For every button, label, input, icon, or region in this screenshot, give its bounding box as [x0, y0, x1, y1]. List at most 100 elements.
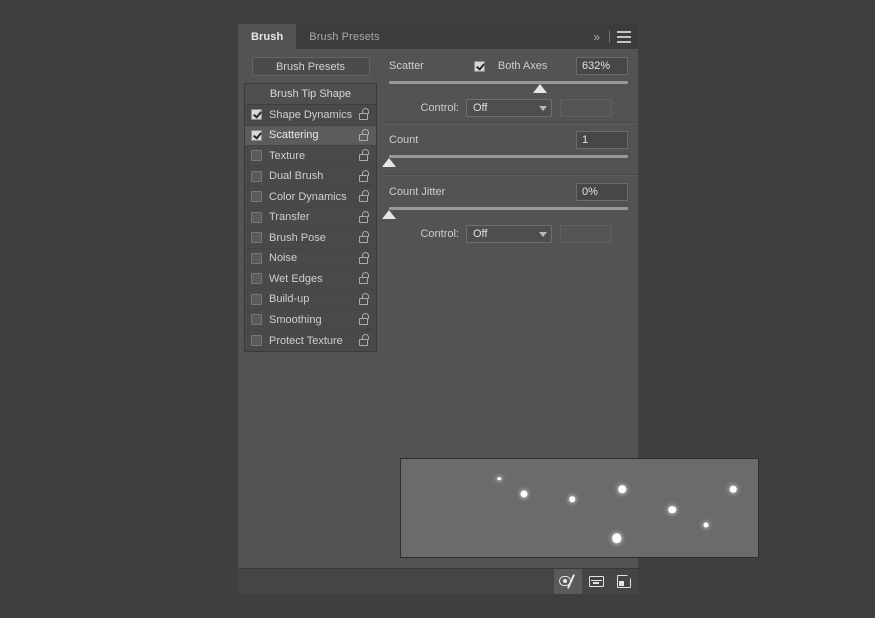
- create-new-brush[interactable]: [610, 569, 638, 594]
- count-jitter-control-row: Control: Off: [389, 224, 628, 244]
- unlocked-padlock-icon[interactable]: [359, 334, 371, 347]
- count-jitter-control-label: Control:: [389, 228, 459, 240]
- panel-menu-icon[interactable]: [617, 30, 631, 44]
- count-jitter-slider[interactable]: [389, 205, 628, 222]
- brush-panel-icon: [589, 576, 604, 587]
- new-brush-icon: [617, 575, 631, 588]
- scatter-control-label: Control:: [389, 102, 459, 114]
- scatter-control-select-value: Off: [473, 102, 539, 114]
- brush-option-row[interactable]: Color Dynamics: [245, 187, 376, 208]
- count-jitter-control-extra-field[interactable]: [560, 225, 612, 243]
- brush-option-row[interactable]: Shape Dynamics: [245, 105, 376, 126]
- scatter-slider-thumb[interactable]: [533, 84, 547, 93]
- unlocked-padlock-icon[interactable]: [359, 170, 371, 183]
- count-jitter-slider-track[interactable]: [389, 207, 628, 210]
- brush-option-checkbox[interactable]: [251, 273, 262, 284]
- panel-body: Brush Presets Brush Tip Shape Shape Dyna…: [238, 49, 638, 568]
- brush-option-checkbox[interactable]: [251, 314, 262, 325]
- brush-option-checkbox[interactable]: [251, 171, 262, 182]
- brush-option-checkbox[interactable]: [251, 294, 262, 305]
- both-axes-checkbox-box[interactable]: [474, 61, 485, 72]
- scattering-options-pane: Scatter Both Axes 632% Control: Off: [383, 49, 638, 568]
- unlocked-padlock-icon[interactable]: [359, 149, 371, 162]
- brush-option-checkbox[interactable]: [251, 212, 262, 223]
- brush-option-label: Brush Pose: [269, 232, 359, 244]
- brush-option-checkbox[interactable]: [251, 191, 262, 202]
- brush-option-row[interactable]: Protect Texture: [245, 331, 376, 352]
- brush-option-label: Scattering: [269, 129, 359, 141]
- brush-option-row[interactable]: Texture: [245, 146, 376, 167]
- both-axes-checkbox[interactable]: Both Axes: [474, 60, 548, 72]
- count-jitter-slider-thumb[interactable]: [382, 210, 396, 219]
- preview-brush-dot: [570, 496, 576, 502]
- toggle-live-tip-brush-preview[interactable]: [554, 569, 582, 594]
- brush-options-sidebar: Brush Presets Brush Tip Shape Shape Dyna…: [238, 49, 383, 568]
- scatter-slider-track[interactable]: [389, 81, 628, 84]
- count-jitter-label: Count Jitter: [389, 186, 445, 198]
- brush-option-row[interactable]: Brush Pose: [245, 228, 376, 249]
- unlocked-padlock-icon[interactable]: [359, 313, 371, 326]
- chevron-down-icon: [539, 106, 547, 111]
- count-slider-thumb[interactable]: [382, 158, 396, 167]
- unlocked-padlock-icon[interactable]: [359, 108, 371, 121]
- panel-tab-bar: Brush Brush Presets »: [238, 24, 638, 49]
- brush-option-row[interactable]: Wet Edges: [245, 269, 376, 290]
- brush-option-label: Smoothing: [269, 314, 359, 326]
- brush-stroke-preview: [400, 458, 759, 558]
- brush-option-checkbox[interactable]: [251, 253, 262, 264]
- count-jitter-control-select-value: Off: [473, 228, 539, 240]
- brush-options-list: Brush Tip Shape Shape Dynamics Scattering…: [244, 83, 377, 352]
- count-slider-track[interactable]: [389, 155, 628, 158]
- brush-option-checkbox[interactable]: [251, 335, 262, 346]
- brush-option-label: Build-up: [269, 293, 359, 305]
- unlocked-padlock-icon[interactable]: [359, 190, 371, 203]
- panel-footer: [238, 568, 638, 594]
- preview-brush-dot: [497, 477, 501, 481]
- unlocked-padlock-icon[interactable]: [359, 272, 371, 285]
- brush-option-label: Color Dynamics: [269, 191, 359, 203]
- both-axes-label: Both Axes: [498, 60, 548, 72]
- brush-option-label: Transfer: [269, 211, 359, 223]
- count-group: Count 1: [389, 130, 628, 170]
- brush-option-checkbox[interactable]: [251, 130, 262, 141]
- count-jitter-value-field[interactable]: 0%: [576, 183, 628, 201]
- count-jitter-row: Count Jitter 0%: [389, 182, 628, 202]
- brush-option-label: Dual Brush: [269, 170, 359, 182]
- scatter-control-extra-field[interactable]: [560, 99, 612, 117]
- count-label: Count: [389, 134, 418, 146]
- chevron-down-icon: [539, 232, 547, 237]
- brush-option-checkbox[interactable]: [251, 150, 262, 161]
- collapse-double-chevron-icon[interactable]: »: [590, 30, 602, 44]
- count-value-field[interactable]: 1: [576, 131, 628, 149]
- preview-brush-dot: [619, 486, 627, 494]
- brush-option-row[interactable]: Noise: [245, 249, 376, 270]
- count-row: Count 1: [389, 130, 628, 150]
- brush-option-row[interactable]: Transfer: [245, 208, 376, 229]
- scatter-control-select[interactable]: Off: [466, 99, 552, 117]
- unlocked-padlock-icon[interactable]: [359, 293, 371, 306]
- scatter-row: Scatter Both Axes 632%: [389, 56, 628, 76]
- brush-option-row[interactable]: Smoothing: [245, 310, 376, 331]
- tab-brush[interactable]: Brush: [238, 24, 296, 49]
- brush-option-row[interactable]: Build-up: [245, 290, 376, 311]
- count-jitter-control-select[interactable]: Off: [466, 225, 552, 243]
- scatter-label: Scatter: [389, 60, 424, 72]
- brush-option-row[interactable]: Dual Brush: [245, 167, 376, 188]
- brush-presets-button[interactable]: Brush Presets: [252, 57, 370, 76]
- tab-bar-divider: [609, 30, 610, 43]
- brush-option-checkbox[interactable]: [251, 232, 262, 243]
- brush-option-row[interactable]: Scattering: [245, 126, 376, 147]
- unlocked-padlock-icon[interactable]: [359, 211, 371, 224]
- count-slider[interactable]: [389, 153, 628, 170]
- brush-option-checkbox[interactable]: [251, 109, 262, 120]
- unlocked-padlock-icon[interactable]: [359, 252, 371, 265]
- unlocked-padlock-icon[interactable]: [359, 231, 371, 244]
- scatter-value-field[interactable]: 632%: [576, 57, 628, 75]
- scatter-group: Scatter Both Axes 632% Control: Off: [389, 56, 628, 118]
- unlocked-padlock-icon[interactable]: [359, 129, 371, 142]
- scatter-slider[interactable]: [389, 79, 628, 96]
- brush-tip-shape-header[interactable]: Brush Tip Shape: [245, 84, 376, 105]
- open-brush-presets-panel[interactable]: [582, 569, 610, 594]
- tab-bar-controls: »: [590, 24, 638, 49]
- tab-brush-presets[interactable]: Brush Presets: [296, 24, 392, 49]
